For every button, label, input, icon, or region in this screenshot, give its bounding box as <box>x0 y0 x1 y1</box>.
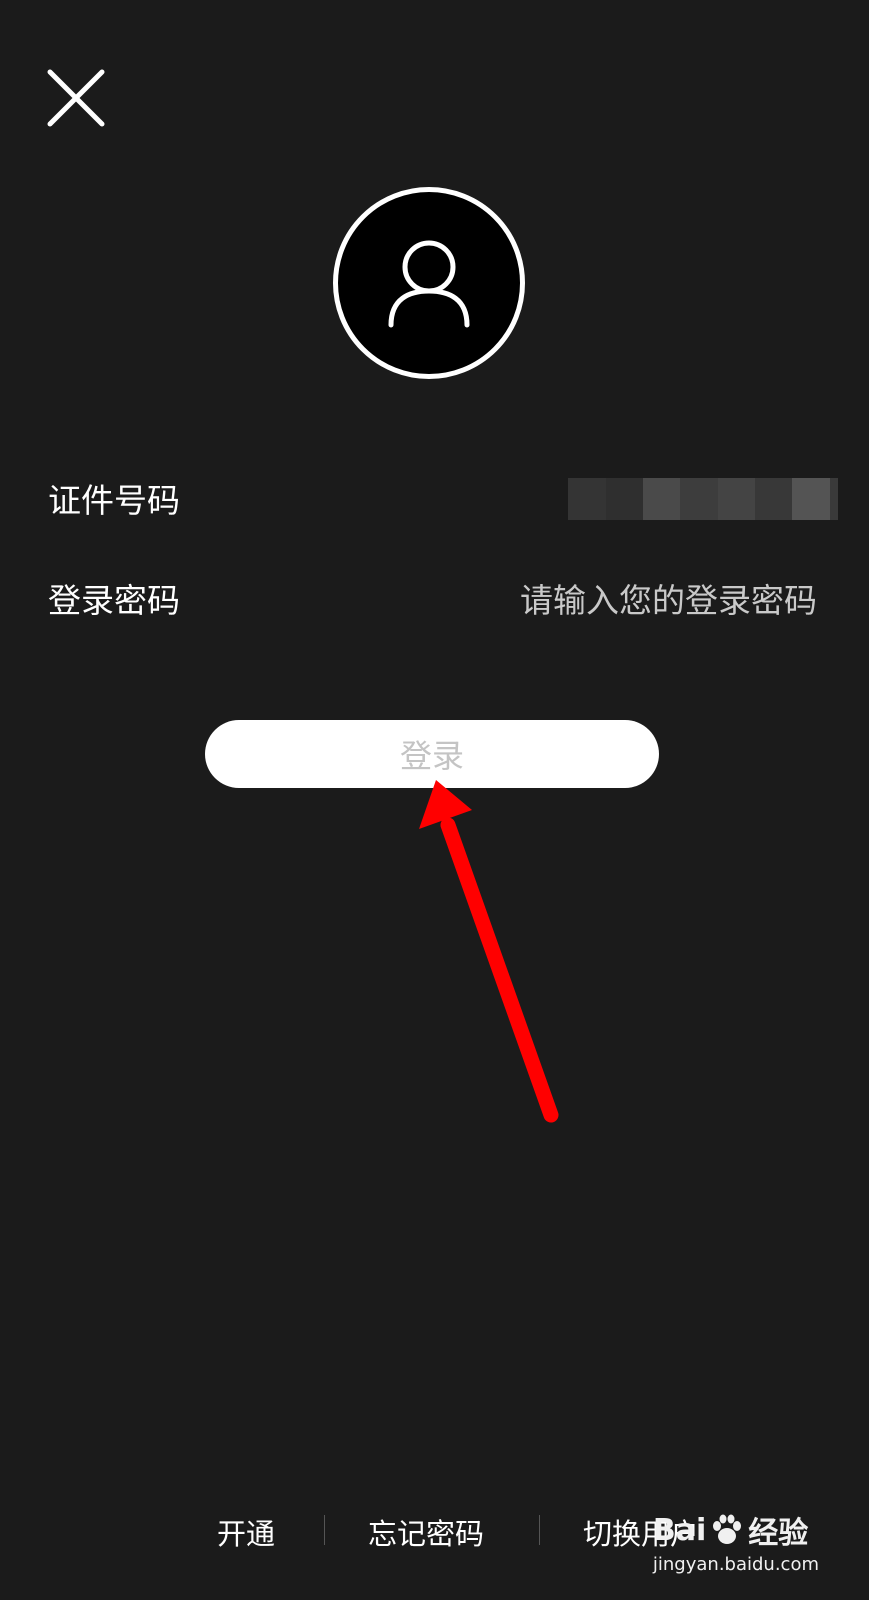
baidu-jingyan-watermark: Bai 经验 jingyan.baidu.com <box>652 1508 819 1576</box>
watermark-brand: Bai <box>652 1512 707 1548</box>
footer-divider <box>539 1515 540 1545</box>
password-label: 登录密码 <box>48 581 180 620</box>
close-icon <box>47 69 105 127</box>
watermark-url: jingyan.baidu.com <box>652 1554 819 1575</box>
password-input[interactable] <box>417 572 817 628</box>
close-button[interactable] <box>44 66 108 130</box>
paw-icon <box>713 1514 742 1544</box>
watermark-suffix: 经验 <box>748 1516 809 1551</box>
open-account-link[interactable]: 开通 <box>217 1511 275 1553</box>
login-button[interactable]: 登录 <box>205 720 659 788</box>
user-icon <box>388 240 470 328</box>
watermark-logo: Bai 经验 <box>653 1508 819 1552</box>
forgot-password-link[interactable]: 忘记密码 <box>368 1511 484 1553</box>
avatar <box>333 187 525 379</box>
id-number-field[interactable] <box>568 478 838 520</box>
footer-divider <box>324 1515 325 1545</box>
id-number-label: 证件号码 <box>48 481 180 520</box>
